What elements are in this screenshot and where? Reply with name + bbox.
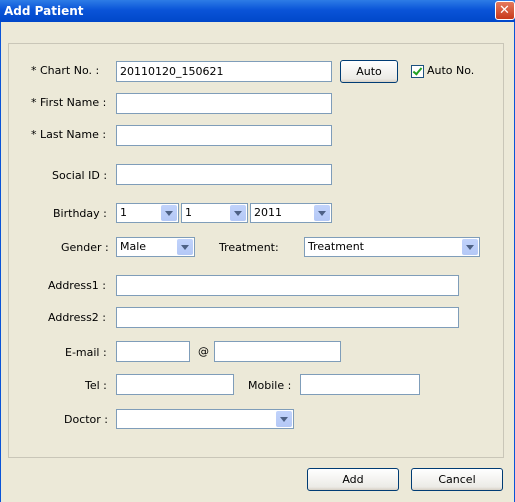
doctor-label: Doctor : [64,413,109,426]
auto-button[interactable]: Auto [340,60,398,83]
birthday-label: Birthday : [53,207,107,220]
window-title: Add Patient [4,4,84,18]
address2-field[interactable] [116,307,459,328]
close-icon: ✕ [499,3,510,18]
chevron-down-icon [230,205,246,221]
doctor-select[interactable] [116,409,294,429]
chevron-down-icon [314,205,330,221]
at-sign: @ [198,345,209,358]
treatment-value: Treatment [308,240,364,253]
chevron-down-icon [161,205,177,221]
social-id-label: Social ID : [52,169,108,182]
gender-select[interactable]: Male [116,237,195,257]
close-button[interactable]: ✕ [495,1,515,20]
last-name-label: * Last Name : [31,128,107,141]
gender-label: Gender : [61,241,109,254]
title-bar: Add Patient ✕ [0,0,515,22]
email-domain-field[interactable] [214,341,341,362]
add-button[interactable]: Add [307,468,399,491]
birthday-day-value: 1 [120,206,127,219]
birthday-month-select[interactable]: 1 [181,203,248,223]
auto-no-checkbox[interactable] [411,65,424,78]
first-name-label: * First Name : [31,96,107,109]
chart-no-label: * Chart No. : [31,64,100,77]
tel-field[interactable] [116,374,234,395]
last-name-field[interactable] [116,125,332,146]
email-label: E-mail : [65,346,107,359]
first-name-field[interactable] [116,93,332,114]
tel-label: Tel : [85,379,107,392]
chevron-down-icon [276,411,292,427]
chevron-down-icon [462,239,478,255]
mobile-field[interactable] [300,374,420,395]
chevron-down-icon [177,239,193,255]
email-user-field[interactable] [116,341,190,362]
treatment-label: Treatment: [219,241,279,254]
address1-label: Address1 : [48,279,107,292]
address2-label: Address2 : [48,311,107,324]
chart-no-field[interactable]: 20110120_150621 [116,61,332,82]
birthday-day-select[interactable]: 1 [116,203,179,223]
birthday-month-value: 1 [185,206,192,219]
treatment-select[interactable]: Treatment [304,237,480,257]
address1-field[interactable] [116,275,459,296]
auto-no-label: Auto No. [427,64,475,77]
cancel-button[interactable]: Cancel [411,468,503,491]
birthday-year-value: 2011 [254,206,282,219]
mobile-label: Mobile : [248,379,292,392]
birthday-year-select[interactable]: 2011 [250,203,332,223]
social-id-field[interactable] [116,164,332,185]
gender-value: Male [120,240,147,253]
